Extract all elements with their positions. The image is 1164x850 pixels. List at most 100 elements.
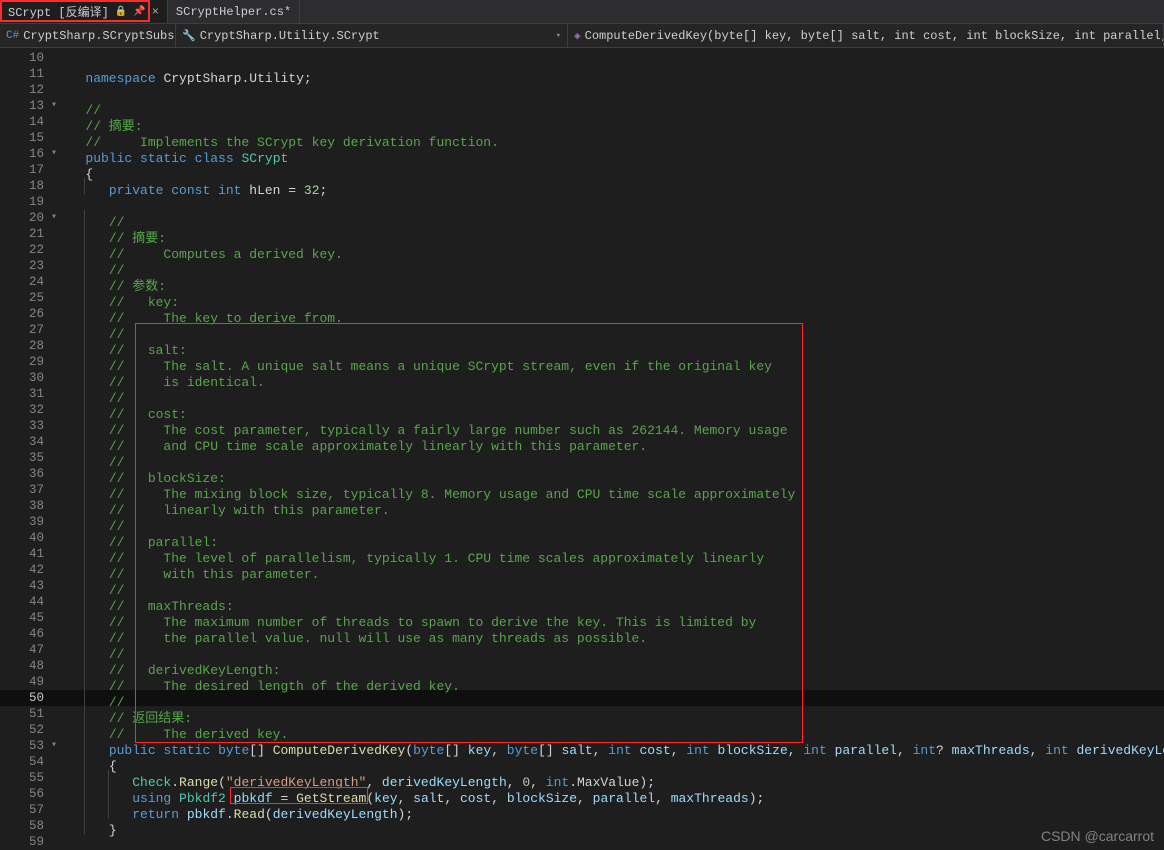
fold-toggle-icon[interactable]: ▾ [48,210,60,226]
code-line[interactable]: // The level of parallelism, typically 1… [62,546,1164,562]
code-line[interactable]: // derivedKeyLength: [62,658,1164,674]
line-number: 44 [0,594,62,610]
method-icon: ◈ [574,29,581,43]
code-line[interactable]: // The salt. A unique salt means a uniqu… [62,354,1164,370]
line-number: 41 [0,546,62,562]
code-line[interactable]: // parallel: [62,530,1164,546]
line-number: 37 [0,482,62,498]
close-icon[interactable]: × [152,5,159,19]
line-number: 27 [0,322,62,338]
code-area[interactable]: namespace CryptSharp.Utility; // // 摘要: … [62,48,1164,850]
line-number-gutter: 10111213▾141516▾17181920▾212223242526272… [0,48,62,850]
line-number: 14 [0,114,62,130]
fold-toggle-icon[interactable]: ▾ [48,98,60,114]
code-line[interactable]: // The key to derive from. [62,306,1164,322]
context-class[interactable]: 🔧 CryptSharp.Utility.SCrypt ▾ [176,24,568,47]
line-number: 56 [0,786,62,802]
line-number: 48 [0,658,62,674]
context-label: ComputeDerivedKey(byte[] key, byte[] sal… [585,29,1164,43]
line-number: 39 [0,514,62,530]
code-line[interactable]: // and CPU time scale approximately line… [62,434,1164,450]
tab-label: SCryptHelper.cs* [176,5,291,19]
code-line[interactable]: // 参数: [62,274,1164,290]
code-line[interactable] [62,834,1164,850]
context-namespace[interactable]: C# CryptSharp.SCryptSubse ▾ [0,24,176,47]
code-line[interactable]: // 返回结果: [62,706,1164,722]
line-number: 57 [0,802,62,818]
code-line[interactable]: // salt: [62,338,1164,354]
code-line[interactable]: // the parallel value. null will use as … [62,626,1164,642]
tab-scrypthelper[interactable]: SCryptHelper.cs* [168,0,300,23]
line-number: 50 [0,690,62,706]
line-number: 35 [0,450,62,466]
line-number: 40 [0,530,62,546]
code-line[interactable]: // Computes a derived key. [62,242,1164,258]
line-number: 47 [0,642,62,658]
code-line[interactable]: public static class SCrypt [62,146,1164,162]
code-line[interactable]: // maxThreads: [62,594,1164,610]
code-line[interactable]: // The mixing block size, typically 8. M… [62,482,1164,498]
tab-label: SCrypt [反编译] [8,3,109,20]
code-line[interactable] [62,50,1164,66]
line-number: 36 [0,466,62,482]
code-line[interactable]: // The cost parameter, typically a fairl… [62,418,1164,434]
line-number: 12 [0,82,62,98]
line-number: 23 [0,258,62,274]
code-line[interactable]: // [62,98,1164,114]
line-number: 18 [0,178,62,194]
line-number: 33 [0,418,62,434]
line-number: 21 [0,226,62,242]
line-number: 11 [0,66,62,82]
code-line[interactable]: public static byte[] ComputeDerivedKey(b… [62,738,1164,754]
wrench-icon: 🔧 [182,29,196,43]
fold-toggle-icon[interactable]: ▾ [48,146,60,162]
context-member[interactable]: ◈ ComputeDerivedKey(byte[] key, byte[] s… [568,24,1164,47]
tab-scrypt-decompiled[interactable]: SCrypt [反编译] 🔒 📌 × [0,0,168,23]
line-number: 51 [0,706,62,722]
code-line[interactable]: // The derived key. [62,722,1164,738]
code-line[interactable]: // Implements the SCrypt key derivation … [62,130,1164,146]
line-number: 10 [0,50,62,66]
code-line[interactable]: using Pbkdf2 pbkdf = GetStream(key, salt… [62,786,1164,802]
lock-icon: 🔒 [115,6,127,18]
line-number: 32 [0,402,62,418]
code-line[interactable]: // blockSize: [62,466,1164,482]
code-line[interactable]: // 摘要: [62,226,1164,242]
line-number: 22 [0,242,62,258]
code-line[interactable]: // key: [62,290,1164,306]
code-line[interactable]: // [62,210,1164,226]
code-line[interactable]: namespace CryptSharp.Utility; [62,66,1164,82]
code-line[interactable]: private const int hLen = 32; [62,178,1164,194]
code-editor[interactable]: 10111213▾141516▾17181920▾212223242526272… [0,48,1164,850]
line-number: 38 [0,498,62,514]
csharp-icon: C# [6,30,19,42]
line-number: 15 [0,130,62,146]
line-number: 49 [0,674,62,690]
line-number: 31 [0,386,62,402]
code-line[interactable]: // The maximum number of threads to spaw… [62,610,1164,626]
pin-icon: 📌 [133,6,145,18]
line-number: 24 [0,274,62,290]
line-number: 30 [0,370,62,386]
line-number: 42 [0,562,62,578]
line-number: 17 [0,162,62,178]
code-line[interactable]: // 摘要: [62,114,1164,130]
line-number: 54 [0,754,62,770]
code-line[interactable]: // cost: [62,402,1164,418]
line-number: 26 [0,306,62,322]
line-number: 34 [0,434,62,450]
line-number: 28 [0,338,62,354]
line-number: 58 [0,818,62,834]
code-line[interactable]: Check.Range("derivedKeyLength", derivedK… [62,770,1164,786]
context-label: CryptSharp.SCryptSubse [23,29,176,43]
line-number: 59 [0,834,62,850]
line-number: 43 [0,578,62,594]
line-number: 52 [0,722,62,738]
fold-toggle-icon[interactable]: ▾ [48,738,60,754]
line-number: 25 [0,290,62,306]
tab-bar: SCrypt [反编译] 🔒 📌 × SCryptHelper.cs* [0,0,1164,24]
line-number: 55 [0,770,62,786]
code-line[interactable]: // The desired length of the derived key… [62,674,1164,690]
chevron-down-icon: ▾ [556,31,561,41]
line-number: 29 [0,354,62,370]
